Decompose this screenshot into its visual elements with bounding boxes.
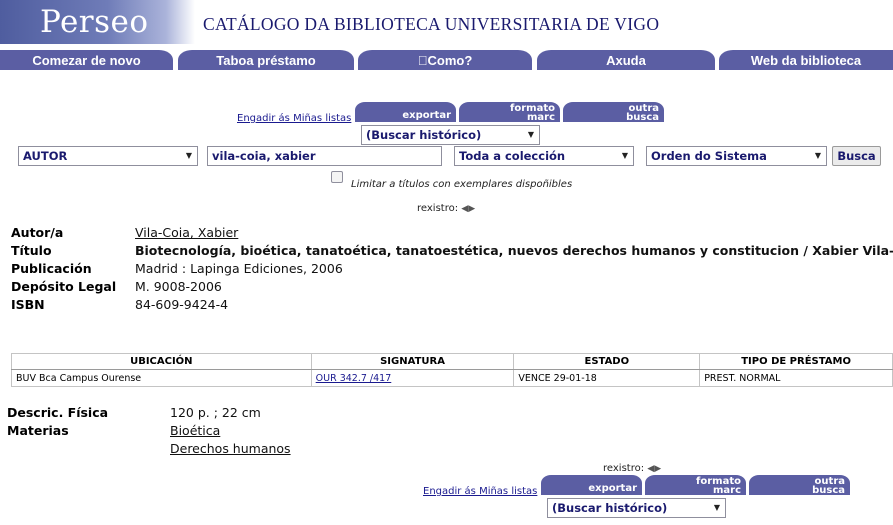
location-cell: BUV Bca Campus Ourense (11, 369, 312, 387)
sort-value: Orden do Sistema (651, 149, 767, 163)
search-history-select[interactable]: (Buscar histórico) ▼ (361, 125, 540, 145)
add-to-my-lists-link-bottom[interactable]: Engadir ás Miñas listas (423, 486, 537, 497)
record-nav-label: rexistro: (417, 203, 459, 214)
main-nav: Comezar de novo Taboa préstamo  Como? Ax… (0, 50, 893, 70)
physical-description-value: 120 p. ; 22 cm (170, 405, 261, 420)
holdings-header-row: UBICACIÓN SIGNATURA ESTADO TIPO DE PRÉST… (11, 353, 893, 370)
status-header: ESTADO (513, 353, 701, 370)
publication-label: Publicación (11, 261, 92, 276)
sort-select[interactable]: Orden do Sistema ▼ (646, 146, 827, 166)
status-cell: VENCE 29-01-18 (513, 369, 701, 387)
publication-value: Madrid : Lapinga Ediciones, 2006 (135, 261, 343, 276)
nav-taboa-prestamo[interactable]: Taboa préstamo (178, 50, 354, 70)
loan-type-header: TIPO DE PRÉSTAMO (699, 353, 893, 370)
chevron-down-icon: ▼ (185, 151, 192, 160)
add-to-my-lists-link[interactable]: Engadir ás Miñas listas (237, 113, 351, 124)
search-index-value: AUTOR (23, 149, 68, 163)
location-header: UBICACIÓN (11, 353, 312, 370)
loan-type-cell: PREST. NORMAL (699, 369, 893, 387)
chevron-down-icon: ▼ (527, 130, 534, 139)
marc-format-tab-bottom[interactable]: formato marc (645, 475, 746, 496)
author-label: Autor/a (11, 225, 64, 240)
chevron-down-icon: ▼ (713, 503, 720, 512)
header: Perseo CATÁLOGO DA BIBLIOTECA UNIVERSITA… (0, 0, 893, 50)
call-number-cell: OUR 342.7 /417 (310, 369, 515, 387)
search-index-select[interactable]: AUTOR ▼ (18, 146, 198, 166)
table-row: BUV Bca Campus Ourense OUR 342.7 /417 VE… (11, 369, 893, 387)
limit-available-label: Limitar a títulos con exemplares dispoñi… (351, 179, 573, 190)
isbn-label: ISBN (11, 297, 45, 312)
search-history-value-bottom: (Buscar histórico) (552, 501, 668, 515)
export-tab-bottom[interactable]: exportar (541, 475, 642, 495)
limit-available-checkbox[interactable] (331, 171, 343, 183)
subjects-label: Materias (7, 423, 69, 438)
record-nav-bottom-label: rexistro: (603, 463, 645, 474)
export-tab[interactable]: exportar (355, 102, 456, 122)
previous-record-icon[interactable]: ◀ (461, 204, 468, 214)
call-number-header: SIGNATURA (310, 353, 515, 370)
next-record-icon[interactable]: ▶ (468, 204, 475, 214)
collection-value: Toda a colección (459, 149, 566, 163)
nav-axuda[interactable]: Axuda (537, 50, 715, 70)
nav-como[interactable]:  Como? (358, 50, 532, 70)
chevron-down-icon: ▼ (621, 151, 628, 160)
another-search-tab-bottom[interactable]: outra busca (749, 475, 850, 496)
record-nav: rexistro: ◀▶ (417, 203, 475, 214)
legal-deposit-label: Depósito Legal (11, 279, 117, 294)
subject-link-derechos-humanos[interactable]: Derechos humanos (170, 441, 291, 456)
nav-web-da-biblioteca[interactable]: Web da biblioteca (719, 50, 893, 70)
catalog-title: CATÁLOGO DA BIBLIOTECA UNIVERSITARIA DE … (203, 14, 660, 34)
search-history-select-bottom[interactable]: (Buscar histórico) ▼ (547, 498, 726, 518)
another-search-tab[interactable]: outra busca (563, 102, 664, 123)
author-link[interactable]: Vila-Coia, Xabier (135, 225, 238, 240)
search-input[interactable]: vila-coia, xabier (207, 146, 442, 166)
holdings-table: UBICACIÓN SIGNATURA ESTADO TIPO DE PRÉST… (11, 353, 893, 387)
subject-link-bioetica[interactable]: Bioética (170, 423, 220, 438)
next-record-icon[interactable]: ▶ (654, 464, 661, 474)
legal-deposit-value: M. 9008-2006 (135, 279, 222, 294)
marc-format-tab[interactable]: formato marc (459, 102, 560, 123)
collection-select[interactable]: Toda a colección ▼ (454, 146, 634, 166)
title-value: Biotecnología, bioética, tanatoética, ta… (135, 243, 893, 258)
record-nav-bottom: rexistro: ◀▶ (603, 463, 661, 474)
previous-record-icon[interactable]: ◀ (647, 464, 654, 474)
logo[interactable]: Perseo (40, 4, 149, 40)
isbn-value: 84-609-9424-4 (135, 297, 229, 312)
call-number-link[interactable]: OUR 342.7 /417 (316, 373, 392, 384)
search-button[interactable]: Busca (832, 146, 881, 166)
physical-description-label: Descric. Física (7, 405, 109, 420)
chevron-down-icon: ▼ (814, 151, 821, 160)
nav-comezar-de-novo[interactable]: Comezar de novo (0, 50, 173, 70)
search-history-value: (Buscar histórico) (366, 128, 482, 142)
title-label: Título (11, 243, 52, 258)
